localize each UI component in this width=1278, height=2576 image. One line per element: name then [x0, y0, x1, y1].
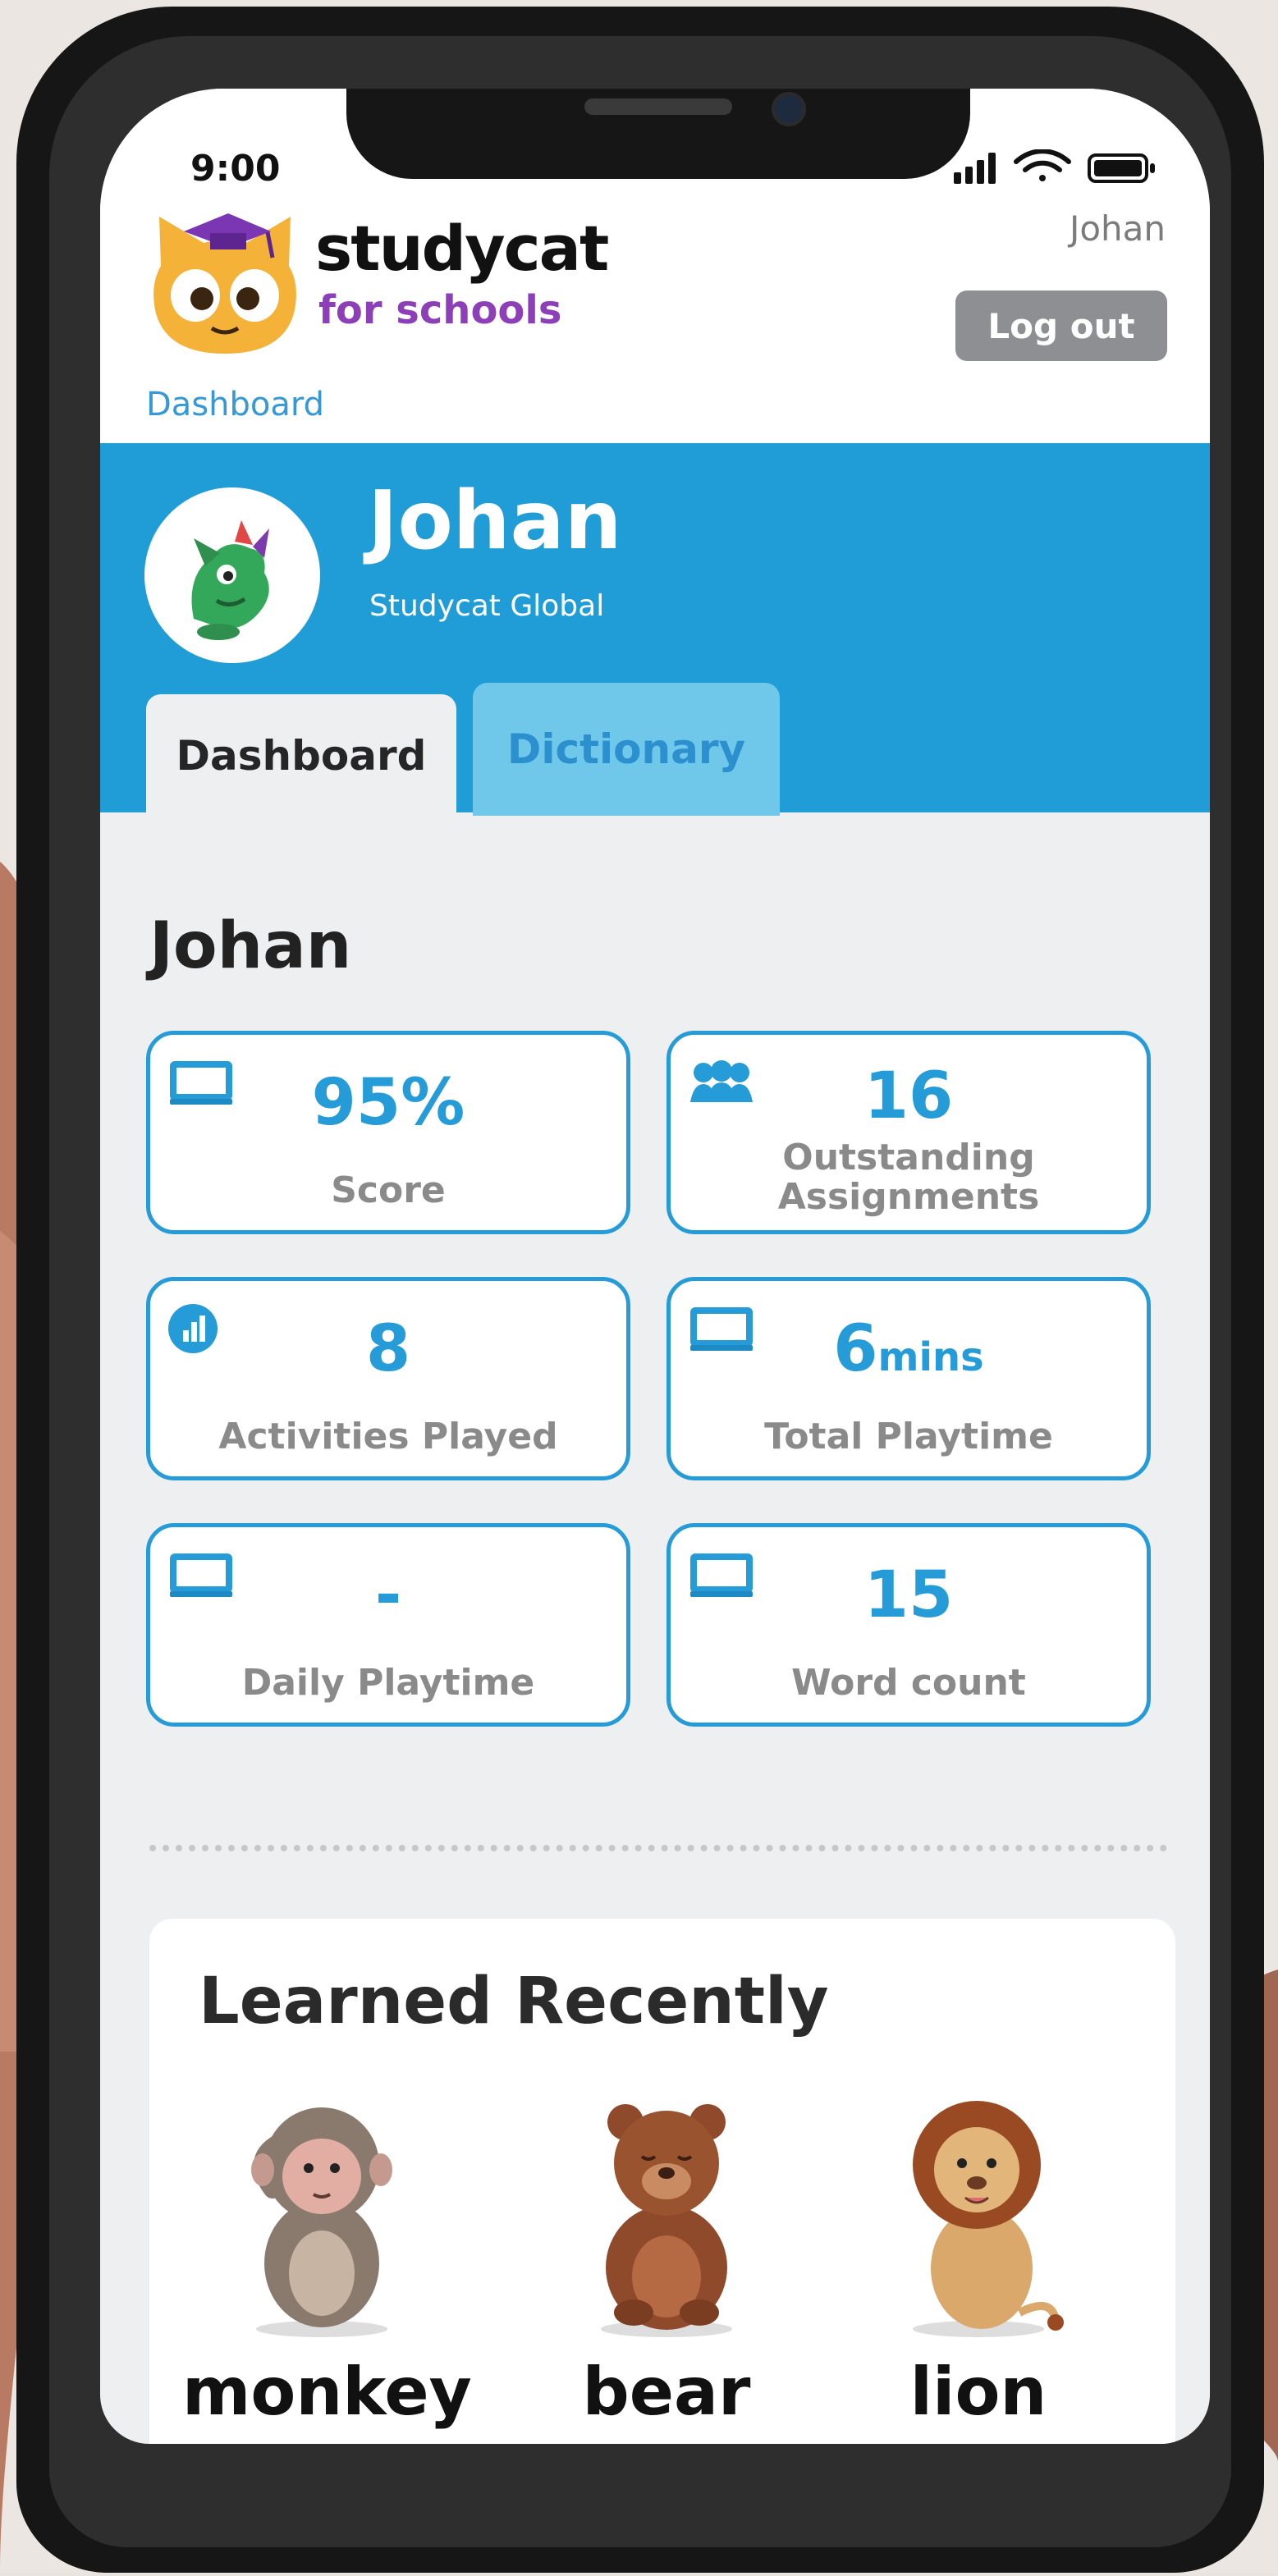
stat-value: 8 — [150, 1312, 626, 1386]
word-label: lion — [909, 2354, 1047, 2430]
breadcrumb-dashboard[interactable]: Dashboard — [146, 386, 324, 423]
brand-tagline: for schools — [318, 287, 562, 333]
phone-screen: 9:00 studycat for schools Johan Log out … — [100, 89, 1210, 2444]
status-time: 9:00 — [190, 148, 281, 190]
battery-icon — [1088, 153, 1155, 183]
stat-number: 6 — [833, 1312, 878, 1386]
tab-dashboard[interactable]: Dashboard — [146, 694, 456, 817]
stat-number: 16 — [863, 1059, 954, 1133]
notch — [346, 89, 970, 179]
monkey-icon — [251, 2107, 392, 2337]
stat-card-word-count: 15 Word count — [666, 1523, 1151, 1727]
word-card-lion[interactable]: lion — [839, 2091, 1118, 2430]
stat-label: Word count — [791, 1662, 1026, 1704]
word-card-bear[interactable]: bear — [527, 2091, 806, 2430]
profile-organization: Studycat Global — [369, 589, 605, 623]
dashboard-title: Johan — [149, 909, 352, 983]
logout-button[interactable]: Log out — [955, 291, 1167, 361]
tab-dictionary[interactable]: Dictionary — [473, 683, 780, 816]
stat-number: 95% — [311, 1066, 465, 1140]
stat-unit: mins — [877, 1334, 984, 1380]
stat-value: 95% — [150, 1066, 626, 1140]
speaker — [584, 98, 732, 115]
stat-label: Activities Played — [218, 1416, 558, 1457]
stat-card-score: 95% Score — [146, 1031, 630, 1234]
app-header: 9:00 studycat for schools Johan Log out … — [100, 89, 1210, 443]
stat-card-activities: 8 Activities Played — [146, 1277, 630, 1480]
stat-label: Score — [331, 1169, 446, 1211]
stat-number: 8 — [365, 1312, 411, 1386]
header-username: Johan — [1069, 208, 1166, 249]
stat-number: 15 — [863, 1558, 954, 1632]
lion-icon — [913, 2101, 1064, 2337]
stat-value: 16 — [671, 1059, 1147, 1133]
wifi-icon — [1014, 149, 1071, 181]
dragon-avatar-icon — [145, 488, 319, 662]
section-divider — [149, 1845, 1167, 1851]
word-label: bear — [582, 2354, 751, 2430]
learned-recently-panel: Learned Recently monkey bear lion — [149, 1919, 1175, 2444]
word-label: monkey — [182, 2354, 472, 2430]
stat-card-assignments: 16 Outstanding Assignments — [666, 1031, 1151, 1234]
phone-frame: 9:00 studycat for schools Johan Log out … — [16, 7, 1264, 2573]
stat-label-line2: Assignments — [777, 1176, 1040, 1218]
status-icons — [954, 149, 1155, 184]
stat-card-total-playtime: 6mins Total Playtime — [666, 1277, 1151, 1480]
learned-recently-title: Learned Recently — [199, 1965, 829, 2038]
stat-value: 15 — [671, 1558, 1147, 1632]
stat-value: 6mins — [671, 1312, 1147, 1386]
brand-name: studycat — [315, 212, 609, 285]
profile-name: Johan — [368, 474, 622, 568]
word-card-monkey[interactable]: monkey — [182, 2091, 472, 2430]
stat-label-line1: Outstanding — [782, 1137, 1035, 1178]
stat-number: - — [374, 1558, 402, 1632]
stat-card-daily-playtime: - Daily Playtime — [146, 1523, 630, 1727]
bear-icon — [601, 2104, 732, 2337]
profile-banner: Johan Studycat Global Dashboard Dictiona… — [100, 443, 1210, 817]
stat-label: Outstanding Assignments — [671, 1138, 1147, 1217]
stat-value: - — [150, 1558, 626, 1632]
stat-label: Daily Playtime — [241, 1662, 535, 1704]
studycat-logo-icon[interactable] — [143, 210, 307, 358]
signal-icon — [954, 153, 996, 184]
avatar — [144, 487, 320, 663]
front-camera — [772, 92, 806, 126]
stat-label: Total Playtime — [764, 1416, 1053, 1457]
